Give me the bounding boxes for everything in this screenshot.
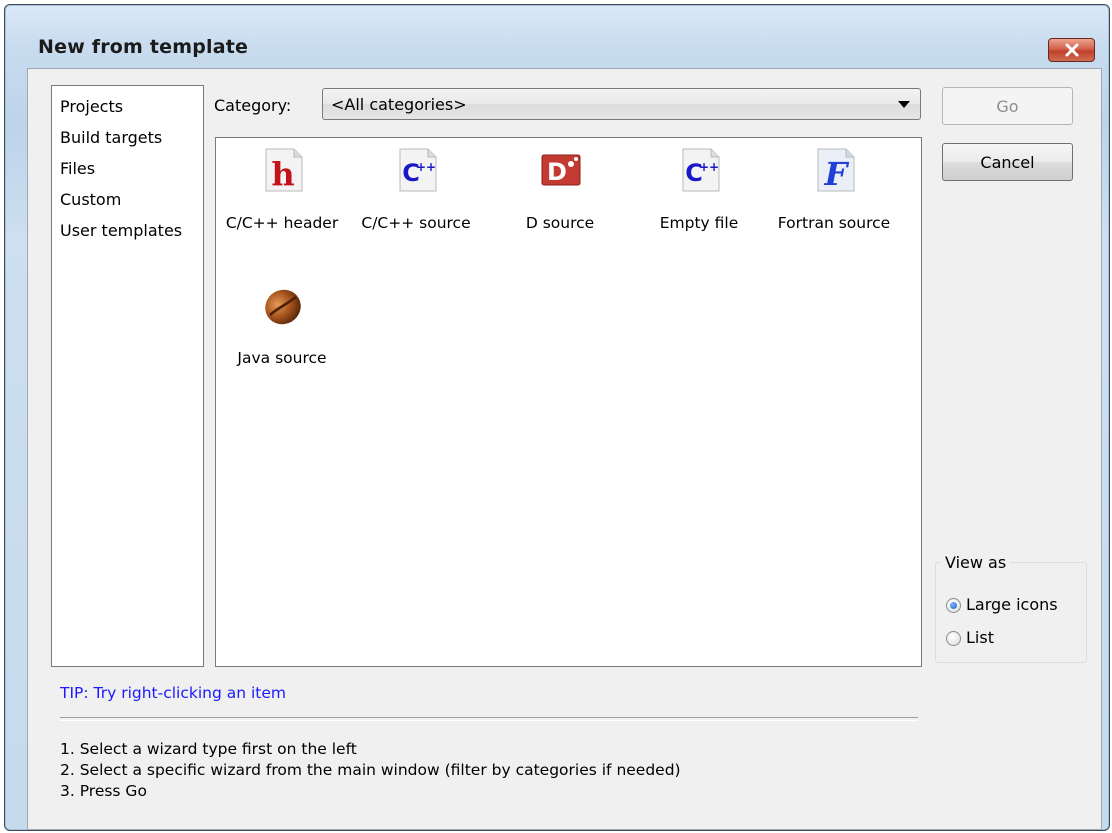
- svg-text:D: D: [547, 158, 567, 186]
- d-source-icon: D: [541, 154, 581, 186]
- go-button[interactable]: Go: [942, 87, 1073, 125]
- sidebar-item-build-targets[interactable]: Build targets: [60, 128, 162, 147]
- radio-button-checked[interactable]: [946, 598, 961, 613]
- svg-text:F: F: [824, 155, 850, 193]
- dialog-title: New from template: [38, 36, 249, 58]
- empty-file-icon: C ++: [682, 148, 720, 192]
- category-label: Category:: [214, 96, 292, 115]
- tip-text: TIP: Try right-clicking an item: [60, 684, 287, 702]
- template-label: Fortran source: [777, 214, 891, 232]
- instruction-step: 3. Press Go: [60, 782, 147, 800]
- radio-label: List: [966, 628, 994, 647]
- template-item[interactable]: F Fortran source: [769, 141, 899, 251]
- template-item[interactable]: Java source: [217, 276, 347, 386]
- category-select-value: <All categories>: [331, 95, 467, 114]
- template-label: Empty file: [659, 214, 739, 232]
- sidebar-item-custom[interactable]: Custom: [60, 190, 121, 209]
- template-view[interactable]: h C/C++ header C ++ C/C++ source D D sou…: [215, 137, 922, 667]
- template-label: C/C++ source: [361, 214, 471, 232]
- close-button[interactable]: [1048, 38, 1095, 62]
- svg-text:++: ++: [699, 160, 719, 174]
- template-label: D source: [525, 214, 595, 232]
- template-item[interactable]: C ++ C/C++ source: [351, 141, 481, 251]
- dialog-window: New from template Projects Build targets…: [4, 4, 1110, 831]
- sidebar-item-user-templates[interactable]: User templates: [60, 221, 182, 240]
- template-item[interactable]: D D source: [495, 141, 625, 251]
- c-header-icon: h: [265, 148, 303, 193]
- dialog-client-area: Projects Build targets Files Custom User…: [27, 68, 1102, 830]
- radio-label: Large icons: [966, 595, 1058, 614]
- view-as-label: View as: [941, 553, 1011, 572]
- java-bean-icon: [265, 289, 301, 325]
- close-icon: [1065, 43, 1078, 57]
- cpp-source-icon: C ++: [399, 148, 437, 192]
- cancel-button[interactable]: Cancel: [942, 143, 1073, 181]
- template-label: C/C++ header: [225, 214, 339, 232]
- category-select[interactable]: <All categories>: [322, 88, 921, 120]
- wizard-type-list[interactable]: Projects Build targets Files Custom User…: [51, 85, 204, 667]
- chevron-down-icon: [898, 101, 910, 108]
- template-item[interactable]: h C/C++ header: [217, 141, 347, 251]
- instruction-step: 1. Select a wizard type first on the lef…: [60, 740, 357, 758]
- radio-button-unchecked[interactable]: [946, 631, 961, 646]
- sidebar-item-projects[interactable]: Projects: [60, 97, 123, 116]
- separator: [60, 717, 918, 721]
- template-item[interactable]: C ++ Empty file: [634, 141, 764, 251]
- svg-text:++: ++: [416, 160, 436, 174]
- sidebar-item-files[interactable]: Files: [60, 159, 95, 178]
- fortran-source-icon: F: [817, 148, 855, 193]
- svg-text:h: h: [271, 155, 294, 193]
- template-label: Java source: [237, 349, 327, 367]
- instruction-step: 2. Select a specific wizard from the mai…: [60, 761, 681, 779]
